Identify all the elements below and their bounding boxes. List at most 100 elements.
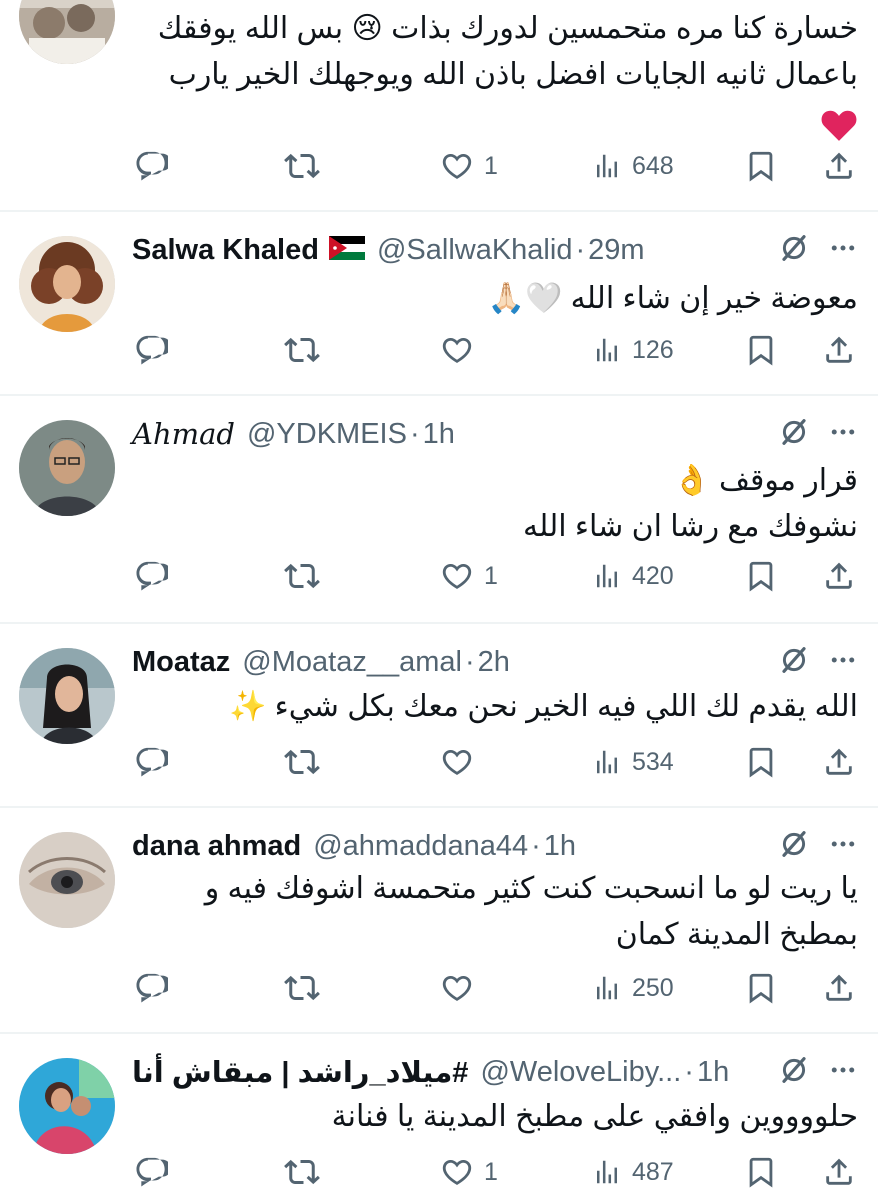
grok-button[interactable] [778,644,810,681]
reply-button[interactable] [134,1152,168,1192]
like-button[interactable] [440,742,484,782]
view-count: 534 [632,747,674,776]
handle[interactable]: @SallwaKhalid · 29m [377,234,645,267]
views-icon [592,561,622,591]
retweet-button[interactable] [284,330,320,370]
tweet-text: الله يقدم لك اللي فيه الخير نحن معك بكل … [132,684,858,730]
views-button[interactable]: 534 [592,742,674,782]
tweet[interactable]: dana ahmad @ahmaddana44 · 1h يا ريت لو ما … [0,808,878,1032]
reply-button[interactable] [134,330,168,370]
timestamp[interactable]: 1h [423,418,455,450]
views-button[interactable]: 420 [592,556,674,596]
display-name[interactable]: Ahmad [132,417,235,451]
bookmark-icon [744,971,778,1005]
bookmark-icon [744,745,778,779]
handle[interactable]: @YDKMEIS · 1h [247,418,455,451]
reply-button[interactable] [134,968,168,1008]
grok-button[interactable] [778,1054,810,1091]
bookmark-icon [744,333,778,367]
timestamp[interactable]: 29m [588,234,644,266]
separator: · [464,645,475,678]
share-button[interactable] [822,742,856,782]
views-button[interactable]: 648 [592,146,674,186]
retweet-button[interactable] [284,1152,320,1192]
bookmark-button[interactable] [744,1152,778,1192]
share-button[interactable] [822,330,856,370]
reply-button[interactable] [134,742,168,782]
more-button[interactable] [828,645,858,680]
share-button[interactable] [822,556,856,596]
more-button[interactable] [828,233,858,268]
like-count: 1 [484,561,498,590]
retweet-button[interactable] [284,556,320,596]
action-bar: 250 [0,968,878,1008]
share-icon [822,971,856,1005]
separator: · [409,417,420,450]
share-icon [822,149,856,183]
retweet-icon [284,148,320,184]
views-button[interactable]: 487 [592,1152,674,1192]
more-button[interactable] [828,1055,858,1090]
grok-icon [778,416,810,448]
reply-button[interactable] [134,556,168,596]
more-button[interactable] [828,417,858,452]
retweet-button[interactable] [284,742,320,782]
tweet[interactable]: خسارة كنا مره متحمسين لدورك بذات 😢 بس ال… [0,0,878,210]
timestamp[interactable]: 1h [697,1056,729,1088]
bookmark-icon [744,559,778,593]
tweet-header: Ahmad @YDKMEIS · 1h [132,414,858,454]
retweet-button[interactable] [284,968,320,1008]
bookmark-button[interactable] [744,330,778,370]
views-button[interactable]: 126 [592,330,674,370]
handle[interactable]: @ahmaddana44 · 1h [313,830,576,863]
like-button[interactable]: 1 [440,1152,498,1192]
like-button[interactable] [440,968,484,1008]
bookmark-button[interactable] [744,146,778,186]
bookmark-button[interactable] [744,742,778,782]
tweet[interactable]: Salwa Khaled @SallwaKhalid · 29m معوضة خير… [0,212,878,394]
grok-button[interactable] [778,416,810,453]
avatar[interactable] [19,1058,115,1154]
bookmark-button[interactable] [744,968,778,1008]
tweet-line: باعمال ثانيه الجايات افضل باذن الله ويوج… [168,58,858,91]
share-button[interactable] [822,146,856,186]
timestamp[interactable]: 2h [478,646,510,678]
more-button[interactable] [828,829,858,864]
tweet[interactable]: Moataz @Moataz__amal · 2h الله يقدم لك الل… [0,624,878,806]
views-button[interactable]: 250 [592,968,674,1008]
share-button[interactable] [822,1152,856,1192]
timestamp[interactable]: 1h [544,830,576,862]
separator: · [531,829,541,862]
tweet-header: Moataz @Moataz__amal · 2h [132,642,858,682]
like-button[interactable]: 1 [440,556,498,596]
grok-button[interactable] [778,828,810,865]
avatar[interactable] [19,648,115,744]
avatar[interactable] [19,236,115,332]
avatar[interactable] [19,420,115,516]
tweet-header: #ميلاد_راشد | مبقاش أنا @WeloveLiby... · 1… [132,1052,858,1092]
handle-text: @Moataz__amal [242,645,462,678]
display-name[interactable]: Salwa Khaled [132,234,319,267]
display-name[interactable]: Moataz [132,646,230,679]
reply-icon [134,149,168,183]
tweet-line: الله يقدم لك اللي فيه الخير نحن معك بكل … [228,690,858,723]
share-button[interactable] [822,968,856,1008]
reply-button[interactable] [134,146,168,186]
grok-button[interactable] [778,232,810,269]
avatar[interactable] [19,0,115,64]
display-name[interactable]: #ميلاد_راشد | مبقاش أنا [132,1055,468,1090]
bookmark-button[interactable] [744,556,778,596]
tweet[interactable]: Ahmad @YDKMEIS · 1h قرار موقف 👌 نشوفك مع ر… [0,396,878,622]
retweet-button[interactable] [284,146,320,186]
handle[interactable]: @WeloveLiby... · 1h [480,1056,729,1089]
tweet[interactable]: #ميلاد_راشد | مبقاش أنا @WeloveLiby... · 1… [0,1034,878,1200]
handle[interactable]: @Moataz__amal · 2h [242,646,510,679]
bookmark-icon [744,1155,778,1189]
more-icon [828,829,858,859]
jordan-flag-icon [328,235,365,265]
like-button[interactable] [440,330,484,370]
avatar[interactable] [19,832,115,928]
tweet-text: خسارة كنا مره متحمسين لدورك بذات 😢 بس ال… [132,6,858,144]
display-name[interactable]: dana ahmad [132,830,301,863]
like-button[interactable]: 1 [440,146,498,186]
